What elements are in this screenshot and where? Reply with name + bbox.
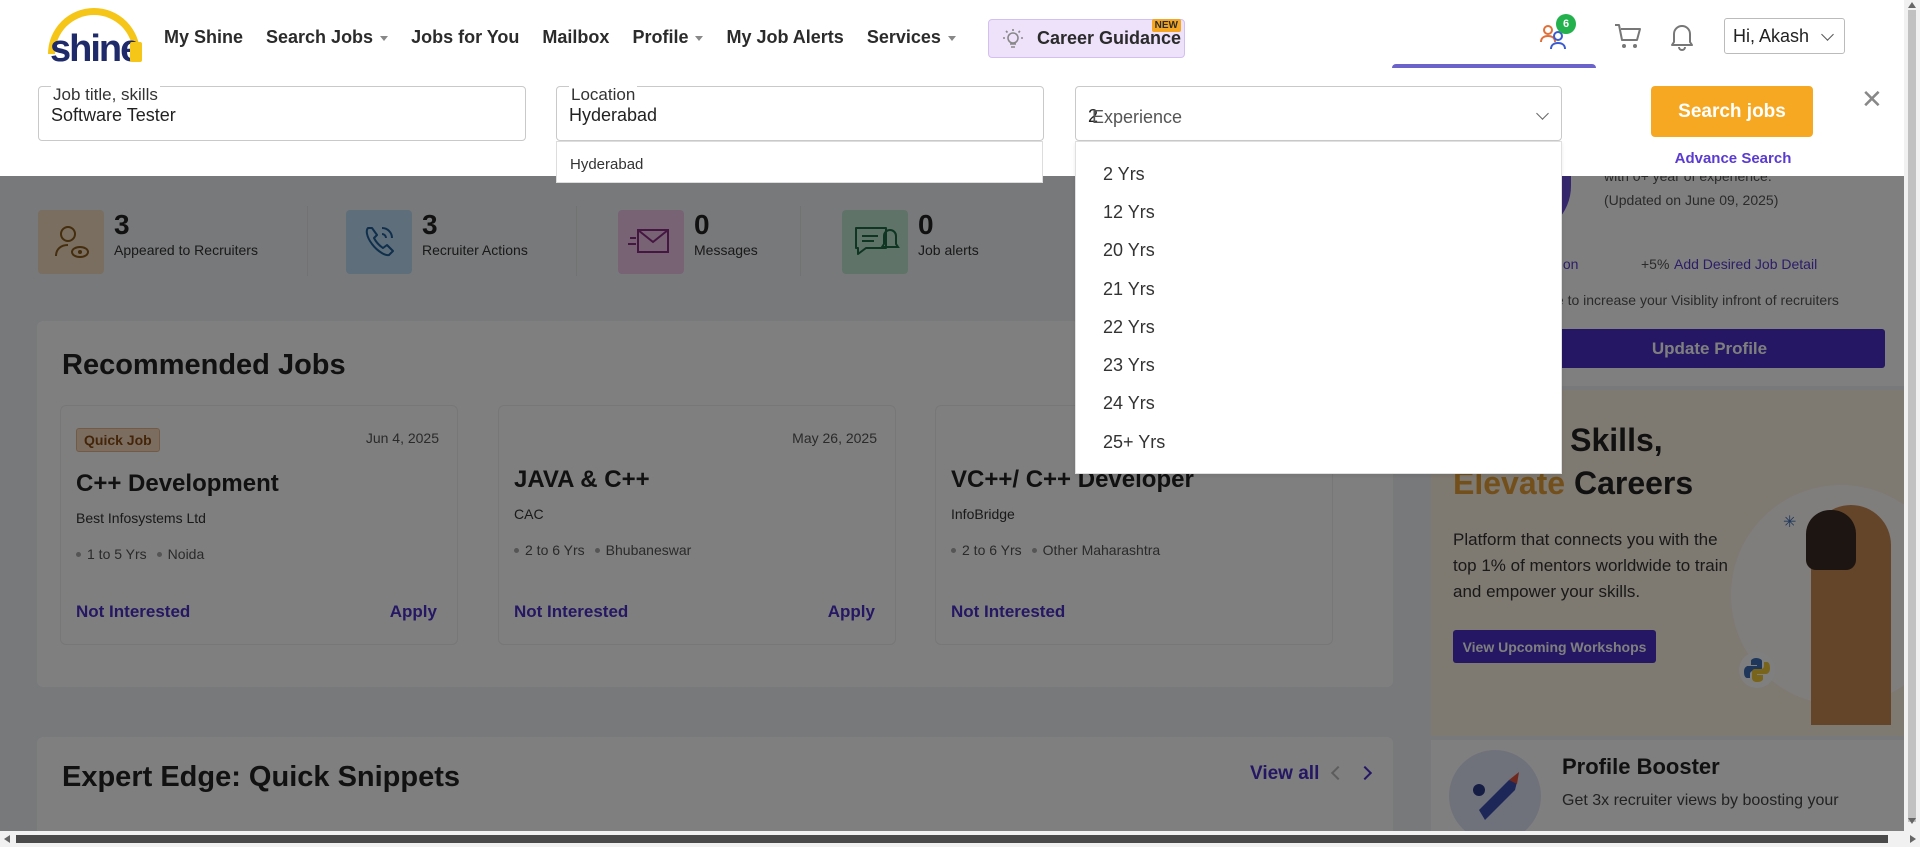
chevron-down-icon [1821, 27, 1834, 41]
experience-placeholder: Experience [1092, 107, 1183, 127]
nav-jobs-for-you-label: Jobs for You [411, 26, 520, 47]
nav-my-job-alerts[interactable]: My Job Alerts [726, 27, 843, 48]
experience-option[interactable]: 23 Yrs [1103, 355, 1155, 376]
caret-down-icon [695, 35, 704, 41]
shine-logo[interactable]: shine [46, 6, 142, 70]
location-suggestion-item[interactable]: Hyderabad [570, 156, 643, 173]
experience-option[interactable]: 25+ Yrs [1103, 432, 1165, 453]
caret-down-icon [380, 35, 389, 41]
logo-mark [130, 42, 142, 62]
experience-option[interactable]: 2 Yrs [1103, 164, 1145, 185]
caret-down-icon [947, 35, 956, 41]
horizontal-scrollbar[interactable] [0, 831, 1920, 847]
experience-option[interactable]: 20 Yrs [1103, 240, 1155, 261]
bell-icon[interactable] [1666, 20, 1698, 52]
logo-text: shine [50, 28, 141, 70]
experience-option[interactable]: 21 Yrs [1103, 279, 1155, 300]
location-field[interactable]: Location Hyderabad [556, 85, 1044, 141]
location-label: Location [569, 85, 638, 105]
search-jobs-button[interactable]: Search jobs [1651, 86, 1813, 137]
chevron-down-icon[interactable] [1536, 107, 1549, 120]
nav-mailbox[interactable]: Mailbox [542, 27, 609, 48]
scroll-down-arrow-icon[interactable] [1908, 818, 1916, 824]
experience-option[interactable]: 24 Yrs [1103, 393, 1155, 414]
modal-backdrop[interactable] [0, 176, 1920, 831]
experience-field[interactable]: 2 Experience [1075, 86, 1562, 141]
keyword-value[interactable]: Software Tester [51, 105, 176, 126]
lightbulb-icon [1001, 27, 1025, 51]
main-nav: My Shine Search Jobs Jobs for You Mailbo… [164, 0, 979, 74]
cart-icon[interactable] [1612, 20, 1644, 52]
nav-services[interactable]: Services [867, 27, 956, 48]
nav-profile[interactable]: Profile [632, 26, 704, 48]
scroll-left-arrow-icon[interactable] [4, 835, 10, 843]
experience-option[interactable]: 22 Yrs [1103, 317, 1155, 338]
scroll-up-arrow-icon[interactable] [1908, 2, 1916, 8]
nav-my-shine[interactable]: My Shine [164, 27, 243, 48]
nav-jobs-for-you[interactable]: Jobs for You [411, 27, 519, 48]
experience-dropdown: 2 Yrs 12 Yrs 20 Yrs 21 Yrs 22 Yrs 23 Yrs… [1075, 141, 1562, 474]
nav-search-jobs[interactable]: Search Jobs [266, 26, 389, 48]
active-tab-indicator [1392, 64, 1596, 68]
keyword-field[interactable]: Job title, skills Software Tester [38, 85, 526, 141]
experience-option[interactable]: 12 Yrs [1103, 202, 1155, 223]
keyword-label: Job title, skills [51, 85, 160, 105]
user-greeting: Hi, Akash [1733, 25, 1810, 46]
advance-search-link[interactable]: Advance Search [1673, 150, 1793, 167]
nav-my-job-alerts-label: My Job Alerts [726, 26, 844, 47]
vertical-scroll-thumb[interactable] [1908, 10, 1916, 822]
close-icon[interactable]: ✕ [1861, 84, 1883, 115]
new-badge: NEW [1151, 19, 1181, 32]
location-suggestions: Hyderabad [556, 141, 1043, 183]
nav-mailbox-label: Mailbox [542, 26, 610, 47]
user-menu[interactable]: Hi, Akash [1724, 18, 1845, 54]
nav-profile-label: Profile [632, 26, 689, 47]
notification-count-badge: 6 [1556, 14, 1576, 34]
vertical-scrollbar[interactable] [1904, 0, 1920, 831]
scroll-right-arrow-icon[interactable] [1910, 835, 1916, 843]
top-header: shine My Shine Search Jobs Jobs for You … [0, 0, 1920, 70]
nav-services-label: Services [866, 26, 941, 47]
nav-my-shine-label: My Shine [164, 26, 244, 47]
nav-career-guidance[interactable]: Career Guidance NEW [988, 19, 1185, 58]
nav-search-jobs-label: Search Jobs [266, 26, 374, 47]
horizontal-scroll-thumb[interactable] [16, 835, 1888, 843]
location-value[interactable]: Hyderabad [569, 105, 657, 126]
